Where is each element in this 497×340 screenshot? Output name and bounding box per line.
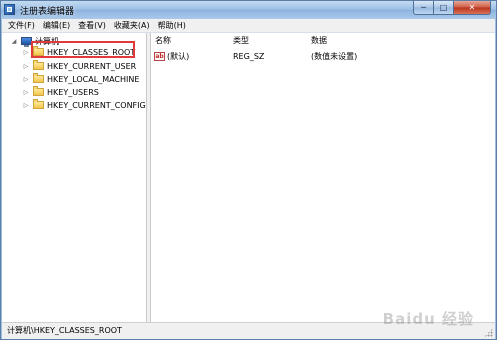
tree-item-hkey-current-user[interactable]: ▷ HKEY_CURRENT_USER: [23, 60, 136, 72]
selection-highlight-box: [31, 41, 135, 58]
status-path: 计算机\HKEY_CLASSES_ROOT: [7, 326, 122, 335]
values-list[interactable]: 名称 类型 数据 ab (默认) REG_SZ (数值未设置): [151, 33, 495, 322]
menu-edit[interactable]: 编辑(E): [39, 19, 74, 32]
folder-icon: [33, 99, 44, 109]
value-name: (默认): [167, 51, 190, 61]
folder-icon: [33, 86, 44, 96]
menu-file[interactable]: 文件(F): [2, 19, 39, 32]
window-title: 注册表编辑器: [20, 7, 75, 17]
value-type: REG_SZ: [233, 51, 265, 61]
tree-item-label: HKEY_USERS: [47, 87, 99, 97]
expand-arrow-icon[interactable]: ▷: [23, 76, 29, 83]
tree-item-hkey-current-config[interactable]: ▷ HKEY_CURRENT_CONFIG: [23, 99, 146, 111]
menu-favorites[interactable]: 收藏夹(A): [110, 19, 154, 32]
minimize-button[interactable]: ─: [413, 1, 434, 15]
close-button[interactable]: ✕: [454, 1, 491, 15]
string-value-icon: ab: [154, 51, 165, 61]
tree-item-label: HKEY_CURRENT_USER: [47, 61, 137, 71]
expand-arrow-icon[interactable]: ▷: [23, 102, 29, 109]
expand-arrow-icon[interactable]: ▷: [23, 89, 29, 96]
tree-item-label: HKEY_CURRENT_CONFIG: [47, 100, 146, 110]
expand-arrow-icon[interactable]: ▷: [23, 63, 29, 70]
resize-grip-icon[interactable]: [484, 328, 493, 337]
maximize-button[interactable]: □: [434, 1, 454, 15]
folder-icon: [33, 73, 44, 83]
baidu-watermark: Baidu 经验: [382, 310, 474, 328]
registry-editor-window: 注册表编辑器 ─ □ ✕ 文件(F) 编辑(E) 查看(V) 收藏夹(A) 帮助…: [0, 0, 497, 340]
column-header-data[interactable]: 数据: [311, 35, 327, 46]
value-data: (数值未设置): [311, 51, 358, 61]
title-bar[interactable]: 注册表编辑器 ─ □ ✕: [1, 1, 496, 19]
collapse-arrow-icon[interactable]: ◢: [11, 38, 17, 45]
client-area: ◢ 计算机 ▷ HKEY_CLASSES_ROOT ▷ HKEY_CURRENT…: [2, 33, 495, 322]
tree-item-hkey-local-machine[interactable]: ▷ HKEY_LOCAL_MACHINE: [23, 73, 139, 85]
tree-item-label: HKEY_LOCAL_MACHINE: [47, 74, 140, 84]
list-item[interactable]: ab (默认): [154, 50, 189, 62]
menu-view[interactable]: 查看(V): [74, 19, 110, 32]
caption-buttons: ─ □ ✕: [413, 1, 491, 17]
registry-tree[interactable]: ◢ 计算机 ▷ HKEY_CLASSES_ROOT ▷ HKEY_CURRENT…: [3, 33, 147, 322]
expand-arrow-icon[interactable]: ▷: [23, 49, 29, 56]
column-header-name[interactable]: 名称: [155, 35, 171, 46]
column-header-type[interactable]: 类型: [233, 35, 249, 46]
menu-help[interactable]: 帮助(H): [154, 19, 190, 32]
registry-editor-icon[interactable]: [4, 4, 15, 15]
tree-item-hkey-users[interactable]: ▷ HKEY_USERS: [23, 86, 99, 98]
folder-icon: [33, 60, 44, 70]
menu-bar: 文件(F) 编辑(E) 查看(V) 收藏夹(A) 帮助(H): [2, 19, 495, 33]
